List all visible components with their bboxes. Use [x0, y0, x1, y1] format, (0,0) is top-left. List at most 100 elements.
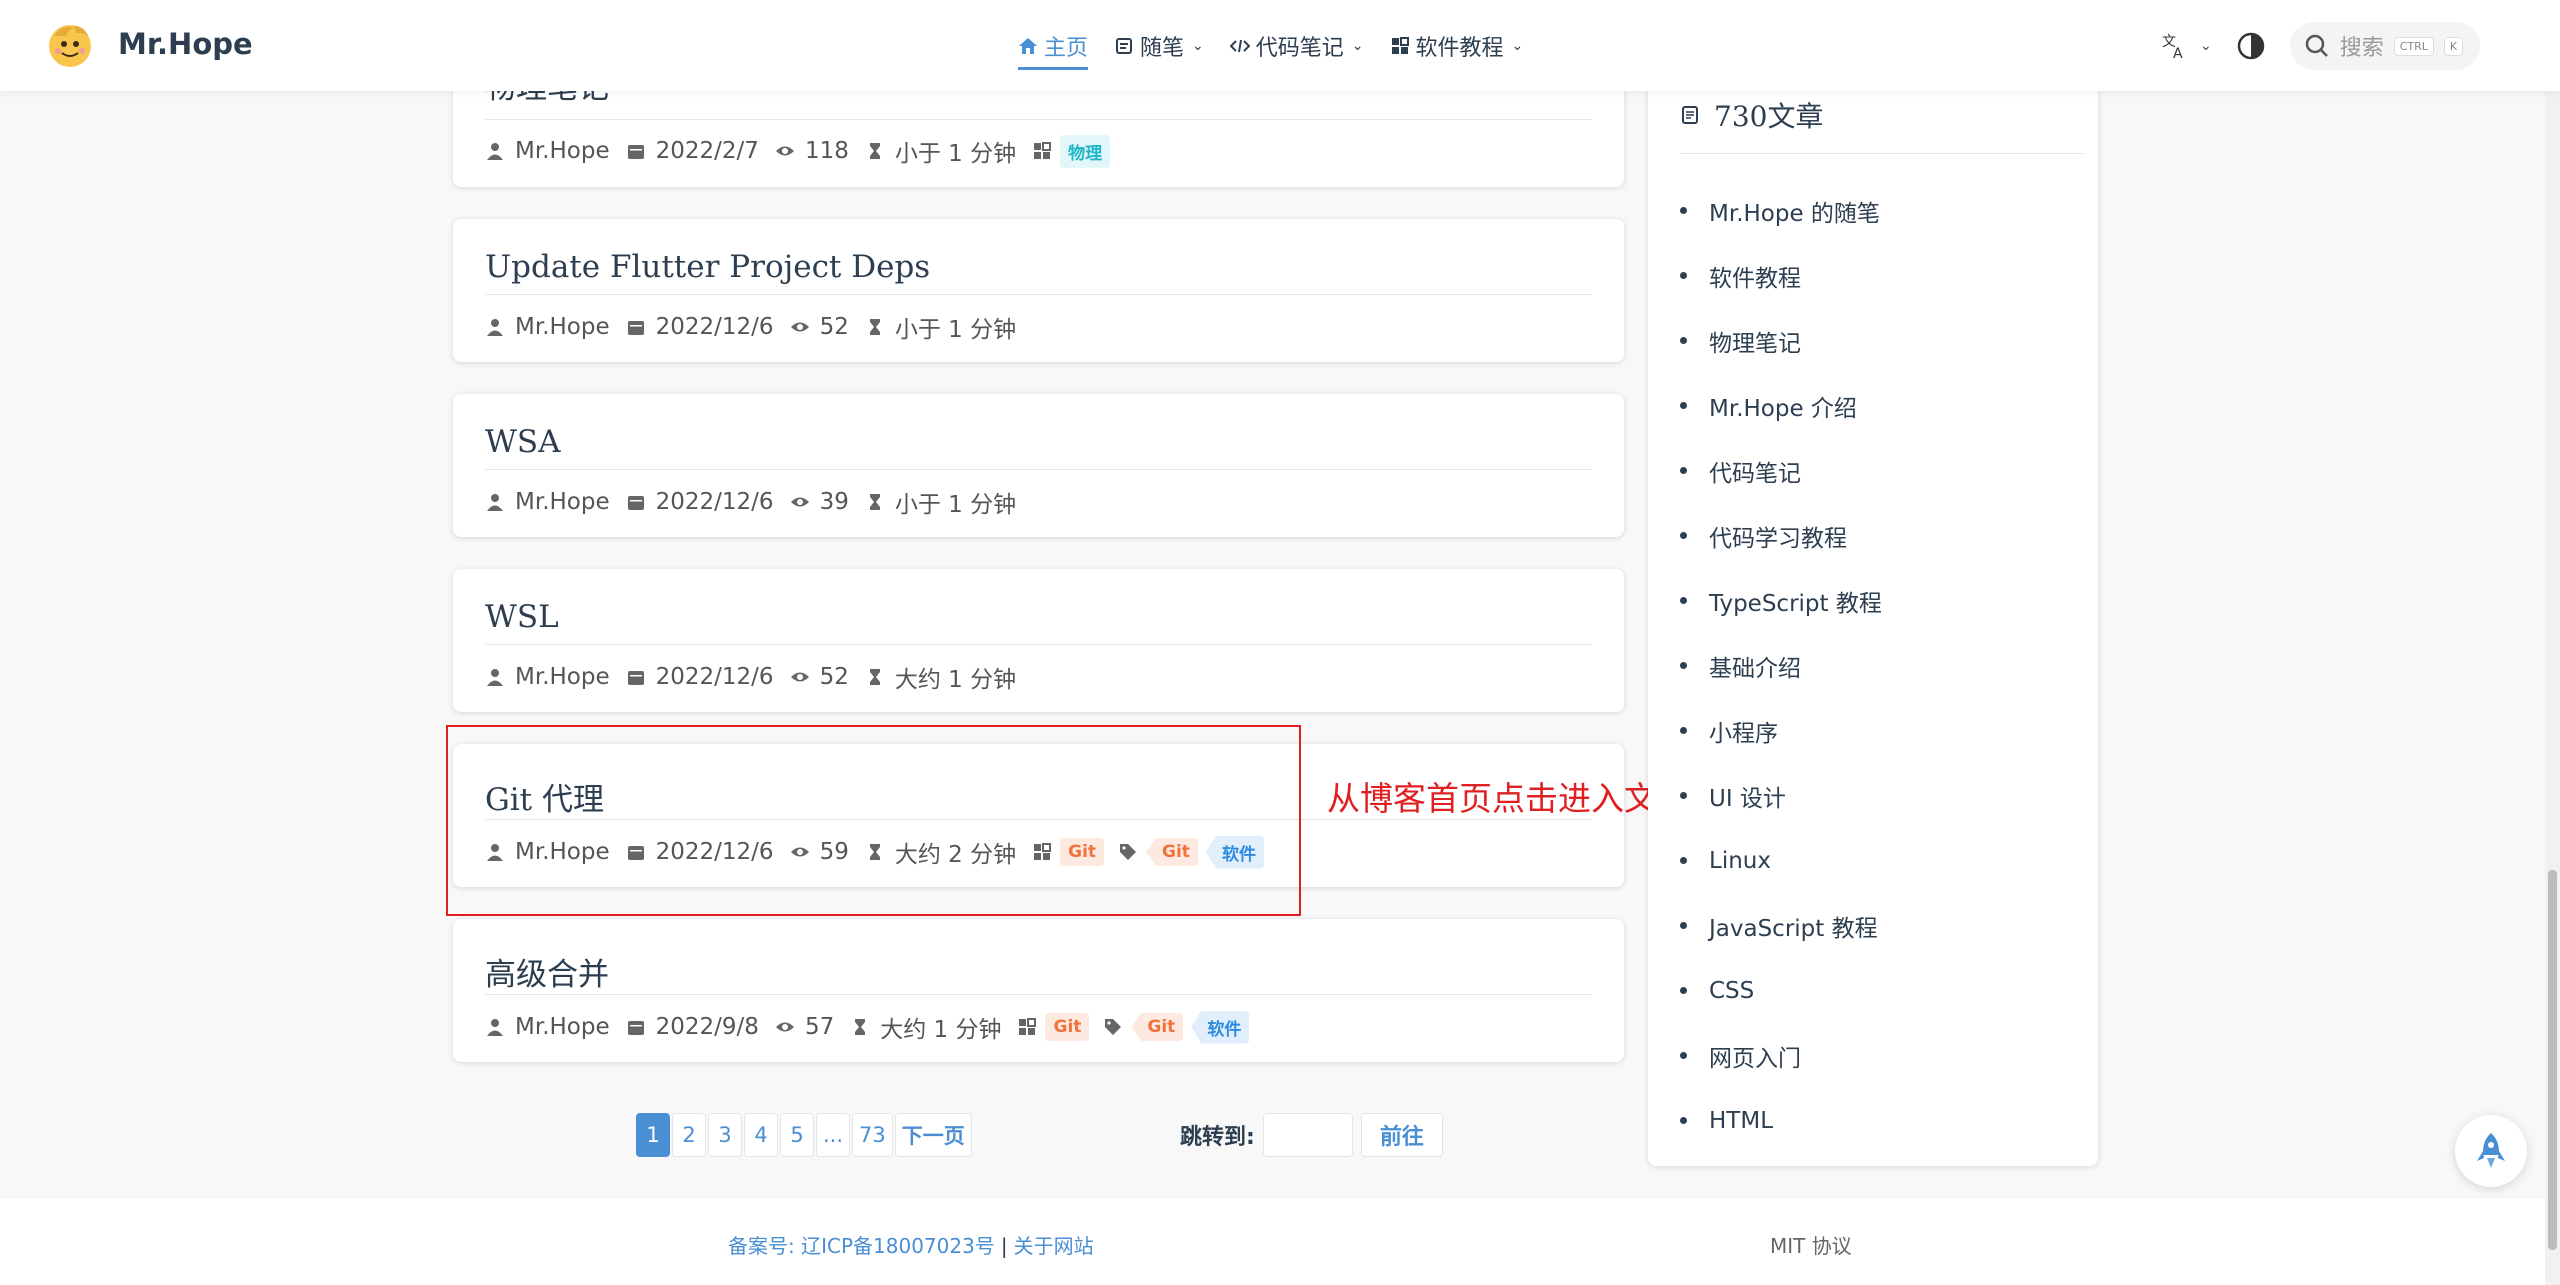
article-card[interactable]: WSL Mr.Hope 2022/12/6 52 大约 1 分钟	[453, 569, 1624, 712]
nav-software[interactable]: 软件教程 ⌄	[1390, 0, 1523, 91]
nav-code-notes[interactable]: 代码笔记 ⌄	[1229, 0, 1364, 91]
page-button[interactable]: 73	[852, 1113, 893, 1157]
page-button[interactable]: 3	[708, 1113, 742, 1157]
article-views: 52	[819, 314, 849, 340]
eye-icon	[790, 672, 809, 682]
article-author[interactable]: Mr.Hope	[515, 1014, 610, 1040]
scrollbar-thumb[interactable]	[2548, 870, 2557, 1250]
sidebar-item[interactable]: Mr.Hope 介绍	[1680, 373, 1882, 438]
eye-icon	[775, 1022, 794, 1032]
article-date: 2022/12/6	[655, 664, 774, 690]
divider	[485, 644, 1591, 645]
nav-right: 文A ⌄ 搜索 CTRL K	[2160, 22, 2480, 70]
article-author[interactable]: Mr.Hope	[515, 138, 610, 164]
icp-link[interactable]: 备案号: 辽ICP备18007023号	[728, 1234, 995, 1258]
language-switch[interactable]: 文A ⌄	[2160, 32, 2212, 60]
article-title[interactable]: WSL	[485, 599, 1591, 635]
page-button[interactable]: 4	[744, 1113, 778, 1157]
article-author[interactable]: Mr.Hope	[515, 664, 610, 690]
article-count: 730	[1714, 100, 1768, 133]
article-title[interactable]: Update Flutter Project Deps	[485, 249, 1591, 285]
annotation-text: 从博客首页点击进入文章	[1327, 779, 1690, 818]
about-link[interactable]: 关于网站	[1014, 1234, 1094, 1258]
sidebar-item[interactable]: 网页入门	[1680, 1023, 1882, 1088]
sidebar-item[interactable]: 物理笔记	[1680, 308, 1882, 373]
next-page-button[interactable]: 下一页	[894, 1113, 972, 1157]
sidebar-item[interactable]: HTML	[1680, 1088, 1882, 1153]
sidebar-item[interactable]: 基础介绍	[1680, 633, 1882, 698]
go-button[interactable]: 前往	[1360, 1113, 1443, 1157]
tag-badge[interactable]: 软件	[1191, 1010, 1250, 1044]
license-text: MIT 协议	[1770, 1234, 1852, 1258]
scrollbar[interactable]	[2545, 0, 2560, 1285]
user-icon	[487, 1019, 503, 1036]
article-title[interactable]: 高级合并	[485, 949, 1591, 994]
tag-badge[interactable]: Git	[1131, 1013, 1184, 1041]
article-date: 2022/12/6	[655, 489, 774, 515]
hourglass-icon	[869, 669, 880, 685]
back-to-top-button[interactable]	[2455, 1115, 2527, 1187]
sidebar-item[interactable]: 代码笔记	[1680, 438, 1882, 503]
category-badge[interactable]: 物理	[1060, 134, 1111, 168]
category-badge[interactable]: Git	[1045, 1013, 1090, 1041]
sidebar-header: 730文章	[1680, 95, 2084, 154]
logo-icon	[49, 25, 91, 67]
hourglass-icon	[869, 143, 880, 159]
home-icon	[1019, 37, 1037, 54]
search-placeholder: 搜索	[2339, 36, 2384, 61]
sidebar-item[interactable]: CSS	[1680, 958, 1882, 1023]
page-button[interactable]: 1	[636, 1113, 670, 1157]
divider	[485, 469, 1591, 470]
notebook-icon	[1116, 37, 1133, 54]
hourglass-icon	[869, 319, 880, 335]
user-icon	[487, 319, 503, 336]
article-author[interactable]: Mr.Hope	[515, 314, 610, 340]
sidebar-item[interactable]: JavaScript 教程	[1680, 893, 1882, 958]
footer-links: 备案号: 辽ICP备18007023号 | 关于网站	[728, 1230, 1094, 1259]
eye-icon	[775, 146, 794, 156]
article-author[interactable]: Mr.Hope	[515, 489, 610, 515]
pagination: 1 2 3 4 5 ... 73 下一页	[636, 1113, 972, 1157]
search-icon	[2305, 34, 2328, 57]
category-icon	[1034, 142, 1052, 159]
sidebar-item[interactable]: 软件教程	[1680, 243, 1882, 308]
divider	[485, 294, 1591, 295]
sidebar-item[interactable]: UI 设计	[1680, 763, 1882, 828]
jump-input[interactable]	[1262, 1113, 1353, 1157]
nav-home[interactable]: 主页	[1018, 0, 1089, 91]
kbd-ctrl: CTRL	[2393, 36, 2434, 56]
article-reading-time: 小于 1 分钟	[894, 141, 1017, 167]
page-button[interactable]: 2	[672, 1113, 706, 1157]
divider	[485, 119, 1591, 120]
sidebar-item[interactable]: 小程序	[1680, 698, 1882, 763]
article-count-suffix: 文章	[1767, 100, 1824, 133]
calendar-icon	[627, 496, 644, 510]
sidebar-item[interactable]: Mr.Hope 的随笔	[1680, 178, 1882, 243]
article-meta: Mr.Hope 2022/12/6 39 小于 1 分钟	[485, 485, 1024, 519]
article-title[interactable]: WSA	[485, 424, 1591, 460]
theme-toggle-icon[interactable]	[2236, 31, 2266, 61]
article-card[interactable]: Update Flutter Project Deps Mr.Hope 2022…	[453, 219, 1624, 362]
search-box[interactable]: 搜索 CTRL K	[2289, 22, 2480, 70]
article-meta: Mr.Hope 2022/12/6 52 大约 1 分钟	[485, 660, 1024, 694]
article-meta: Mr.Hope 2022/9/8 57 大约 1 分钟 Git Git 软件	[485, 1010, 1250, 1044]
sidebar-item[interactable]: 代码学习教程	[1680, 503, 1882, 568]
article-date: 2022/2/7	[655, 138, 759, 164]
article-card[interactable]: 高级合并 Mr.Hope 2022/9/8 57 大约 1 分钟 Git Git…	[453, 919, 1624, 1062]
sidebar-item[interactable]: Linux	[1680, 828, 1882, 893]
chevron-down-icon: ⌄	[2200, 38, 2212, 54]
user-icon	[487, 669, 503, 686]
chevron-down-icon: ⌄	[1351, 37, 1364, 54]
article-card[interactable]: WSA Mr.Hope 2022/12/6 39 小于 1 分钟	[453, 394, 1624, 537]
nav-essays[interactable]: 随笔 ⌄	[1114, 0, 1204, 91]
translate-icon: 文A	[2162, 34, 2183, 60]
article-meta: Mr.Hope 2022/2/7 118 小于 1 分钟 物理	[485, 134, 1111, 168]
hourglass-icon	[855, 1019, 866, 1035]
kbd-k: K	[2443, 36, 2464, 56]
brand-link[interactable]: Mr.Hope	[44, 18, 253, 70]
nav-software-label: 软件教程	[1415, 35, 1504, 61]
page-button[interactable]: 5	[780, 1113, 814, 1157]
sidebar-item[interactable]: TypeScript 教程	[1680, 568, 1882, 633]
footer-sep: |	[1000, 1234, 1008, 1258]
article-date: 2022/12/6	[655, 314, 774, 340]
